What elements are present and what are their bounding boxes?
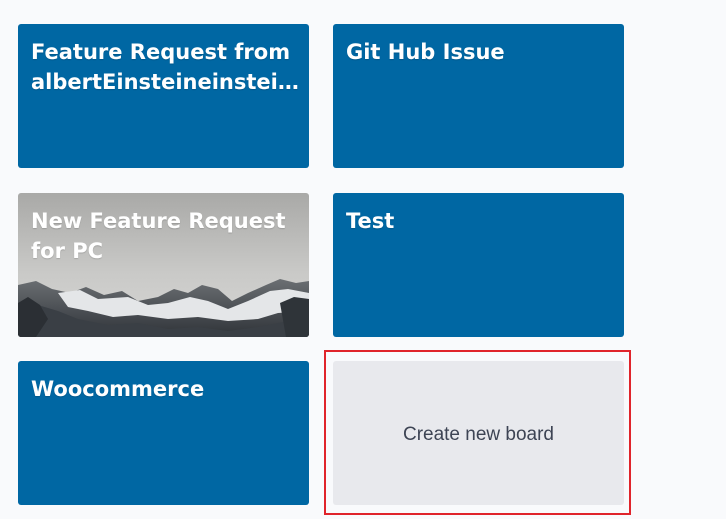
board-title: New Feature Request for PC	[31, 209, 286, 263]
board-tile-feature-request[interactable]: Feature Request from albertEinsteineinst…	[18, 24, 309, 168]
board-tile-new-feature-request[interactable]: New Feature Request for PC	[18, 193, 309, 337]
create-new-board-label: Create new board	[402, 424, 555, 445]
board-title: Woocommerce	[31, 377, 205, 401]
create-new-board-button[interactable]: Create new board	[333, 361, 624, 505]
board-title: Git Hub Issue	[346, 40, 505, 64]
board-title: Test	[346, 209, 395, 233]
board-title: Feature Request from albertEinsteineinst…	[31, 40, 293, 94]
board-tile-git-hub-issue[interactable]: Git Hub Issue	[333, 24, 624, 168]
board-tile-test[interactable]: Test	[333, 193, 624, 337]
board-tile-woocommerce[interactable]: Woocommerce	[18, 361, 309, 505]
board-grid: Feature Request from albertEinsteineinst…	[0, 0, 726, 519]
